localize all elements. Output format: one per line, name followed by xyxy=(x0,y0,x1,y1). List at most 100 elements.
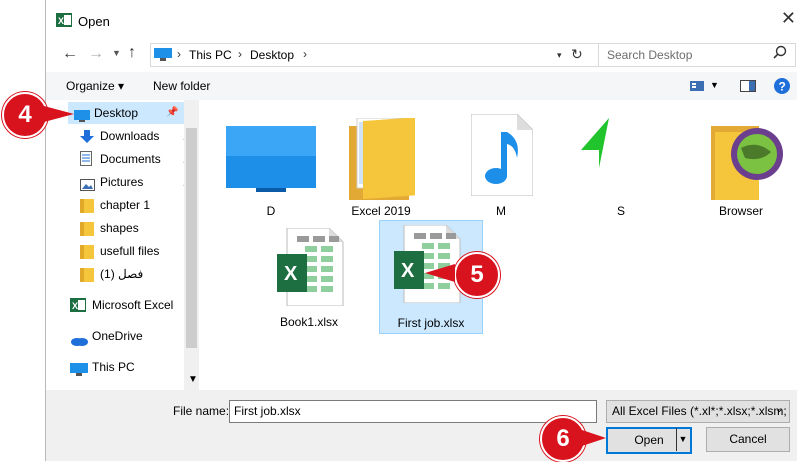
callout-6-pointer xyxy=(582,430,606,446)
sidebar-item-label: Downloads xyxy=(100,129,160,143)
filename-field[interactable]: First job.xlsx xyxy=(229,400,597,423)
filename-label: File name: xyxy=(173,404,230,418)
change-view-icon[interactable] xyxy=(690,80,704,95)
folder-icon xyxy=(349,117,415,203)
organize-button[interactable]: Organize ▾ xyxy=(66,79,124,93)
file-item-book1[interactable]: X Book1.xlsx xyxy=(259,224,359,334)
file-item-d[interactable]: D xyxy=(221,108,321,222)
svg-text:X: X xyxy=(72,301,78,311)
pictures-icon xyxy=(80,176,95,198)
callout-step-6: 6 xyxy=(540,416,586,462)
monitor-icon xyxy=(226,126,316,195)
close-icon[interactable]: ✕ xyxy=(781,8,796,29)
new-folder-button[interactable]: New folder xyxy=(153,79,210,93)
music-file-icon xyxy=(470,113,534,199)
excel-file-icon: X xyxy=(277,227,347,309)
file-label: Browser xyxy=(718,204,763,218)
file-item-excel-2019[interactable]: Excel 2019 xyxy=(331,108,431,222)
folder-icon xyxy=(80,244,94,266)
sidebar-item-label: OneDrive xyxy=(92,329,143,343)
breadcrumb-separator-icon: › xyxy=(303,47,307,61)
thispc-icon xyxy=(70,361,88,383)
window-title: Open xyxy=(78,14,110,29)
file-label: First job.xlsx xyxy=(397,316,465,330)
search-input[interactable]: Search Desktop xyxy=(607,48,692,62)
address-bar[interactable]: › This PC › Desktop › ▾ ↻ xyxy=(150,43,634,67)
sidebar-item-label: Pictures xyxy=(100,175,144,189)
breadcrumb-separator-icon: › xyxy=(177,47,181,61)
excel-app-icon: X xyxy=(56,12,72,31)
file-label: D xyxy=(266,204,276,218)
filetype-select[interactable]: All Excel Files (*.xl*;*.xlsx;*.xlsm; ⌄ xyxy=(606,400,790,423)
download-icon xyxy=(80,129,94,151)
search-box[interactable]: Search Desktop xyxy=(598,43,796,67)
file-label: Book1.xlsx xyxy=(279,315,339,329)
up-arrow-icon[interactable]: ↑ xyxy=(128,44,136,62)
sidebar-item-label: Microsoft Excel xyxy=(92,298,174,312)
filetype-value: All Excel Files (*.xl*;*.xlsx;*.xlsm; xyxy=(612,404,787,418)
callout-4-pointer xyxy=(44,106,74,122)
excel-icon: X xyxy=(70,297,86,320)
search-icon[interactable] xyxy=(773,45,787,64)
callout-step-5: 5 xyxy=(454,252,500,298)
file-label: S xyxy=(616,204,625,218)
open-label: Open xyxy=(634,433,664,447)
svg-text:X: X xyxy=(58,16,64,26)
command-toolbar: Organize ▾ New folder ▼ ? xyxy=(46,72,797,100)
file-item-s[interactable]: S xyxy=(571,108,671,222)
sidebar-item-label: Documents xyxy=(100,152,161,166)
svg-text:?: ? xyxy=(779,80,786,94)
document-icon xyxy=(80,151,92,173)
thispc-icon xyxy=(154,48,172,64)
callout-5-pointer xyxy=(425,264,455,282)
file-label: M xyxy=(496,204,506,218)
sidebar-item-label: Desktop xyxy=(94,106,139,120)
help-icon[interactable]: ? xyxy=(773,77,791,98)
navigation-bar: ← → ▼ ↑ › This PC › Desktop › ▾ ↻ Search… xyxy=(46,40,797,70)
forward-arrow-icon[interactable]: → xyxy=(88,45,104,63)
green-arrow-icon xyxy=(581,118,661,199)
svg-text:X: X xyxy=(284,263,298,285)
back-arrow-icon[interactable]: ← xyxy=(62,45,78,63)
chevron-down-icon: ⌄ xyxy=(775,404,784,415)
svg-text:X: X xyxy=(401,260,415,282)
open-button[interactable]: Open ▼ xyxy=(606,427,692,454)
dialog-footer: File name: First job.xlsx All Excel File… xyxy=(46,390,797,461)
breadcrumb-thispc[interactable]: This PC xyxy=(189,48,232,62)
title-bar: X Open ✕ xyxy=(46,0,797,40)
desktop-icon xyxy=(74,107,90,129)
sidebar-item-label: This PC xyxy=(92,360,135,374)
callout-step-4: 4 xyxy=(2,92,48,138)
file-list: D Excel 2019 M S Browser X Book1.xlsx X … xyxy=(201,100,797,390)
open-dropdown-icon[interactable]: ▼ xyxy=(676,428,689,451)
folder-icon xyxy=(80,267,94,289)
browser-folder-icon xyxy=(711,118,787,203)
address-dropdown-icon[interactable]: ▾ xyxy=(557,50,562,61)
sidebar-item-desktop[interactable]: Desktop 📌 xyxy=(68,102,184,124)
file-item-browser[interactable]: Browser xyxy=(691,108,791,222)
sidebar-scrollbar[interactable] xyxy=(184,100,199,390)
view-dropdown-icon[interactable]: ▼ xyxy=(710,80,719,90)
organize-label: Organize xyxy=(66,79,115,93)
sidebar-item-label: usefull files xyxy=(100,244,160,258)
scroll-down-icon[interactable]: ▼ xyxy=(188,374,198,385)
cancel-button[interactable]: Cancel xyxy=(706,427,790,452)
scroll-thumb[interactable] xyxy=(186,128,197,348)
sidebar-item-label: shapes xyxy=(100,221,139,235)
sidebar-item-label: فصل (1) xyxy=(100,267,144,281)
pin-icon: 📌 xyxy=(166,107,179,118)
breadcrumb-separator-icon: › xyxy=(238,47,242,61)
sidebar-item-label: chapter 1 xyxy=(100,198,151,212)
navigation-pane: Desktop 📌 ▲ Downloads 📌 Documents 📌 Pict… xyxy=(46,100,201,390)
file-item-m[interactable]: M xyxy=(451,108,551,222)
breadcrumb-desktop[interactable]: Desktop xyxy=(250,48,294,62)
preview-pane-icon[interactable] xyxy=(740,80,756,95)
onedrive-icon xyxy=(70,331,88,353)
folder-icon xyxy=(80,198,94,220)
folder-icon xyxy=(80,221,94,243)
filename-value: First job.xlsx xyxy=(234,404,301,418)
recent-locations-icon[interactable]: ▼ xyxy=(112,48,121,58)
file-label: Excel 2019 xyxy=(351,204,411,218)
refresh-icon[interactable]: ↻ xyxy=(571,46,583,63)
open-dialog: X Open ✕ ← → ▼ ↑ › This PC › Desktop › ▾… xyxy=(45,0,797,461)
